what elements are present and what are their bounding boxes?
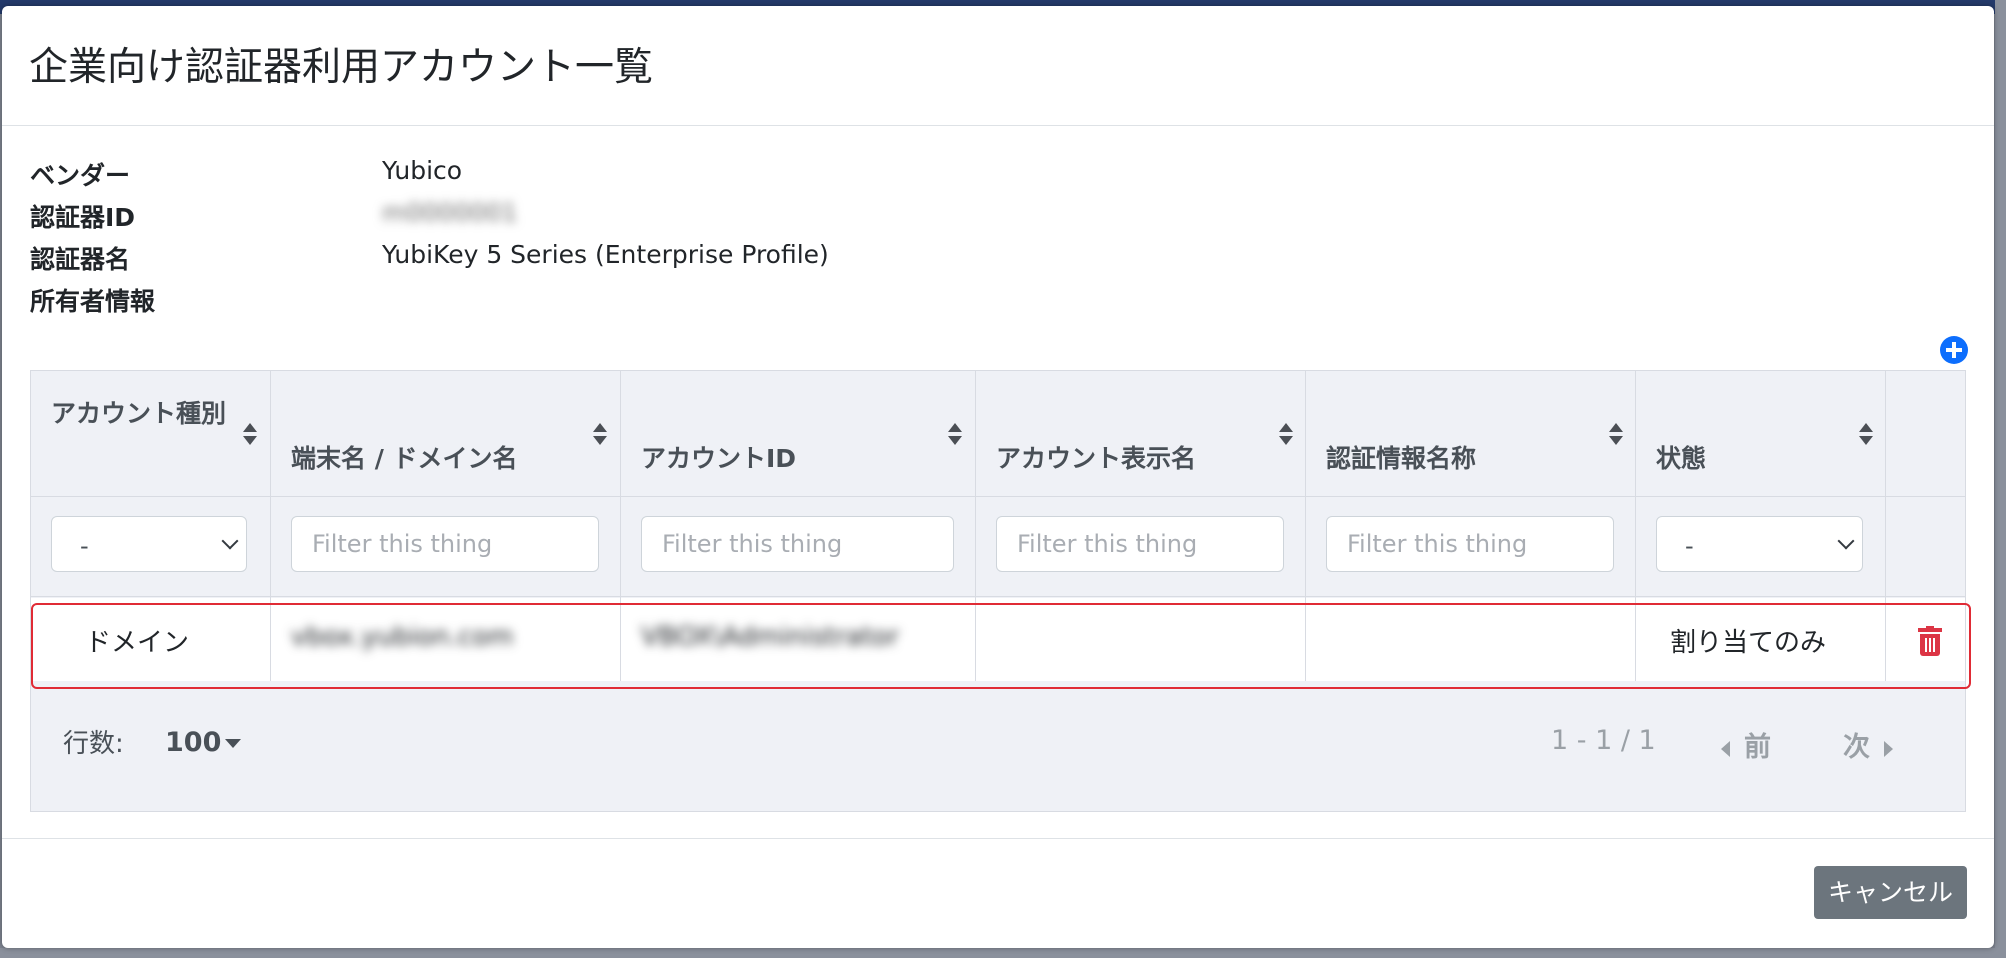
chevron-down-icon — [1837, 532, 1855, 550]
account-type-value: ドメイン — [85, 628, 190, 658]
rows-per-page-dropdown[interactable]: 100 — [165, 727, 242, 758]
table-cell-credential-name — [1306, 598, 1635, 681]
credential-name-filter-input[interactable] — [1326, 516, 1614, 572]
table-cell-account-type: ドメイン — [31, 598, 270, 681]
header-account-type-label: アカウント種別 — [51, 399, 227, 428]
header-account-id-label: アカウントID — [641, 444, 797, 473]
header-status-label: 状態 — [1656, 444, 1707, 473]
column-account-type: アカウント種別 - ドメイン — [31, 371, 271, 681]
terminal-value: vbox.yubion.com — [291, 622, 514, 652]
filter-cell-account-type: - — [31, 497, 270, 597]
authenticator-name-value: YubiKey 5 Series (Enterprise Profile) — [382, 240, 829, 269]
sort-icon[interactable] — [948, 423, 962, 447]
sort-icon[interactable] — [243, 423, 257, 447]
modal-footer-divider — [2, 838, 1994, 839]
caret-down-icon — [225, 739, 242, 748]
table-pagination: 行数: 100 1 - 1 / 1 前 次 — [31, 681, 1965, 811]
account-id-value: VBOX\Administrator — [641, 622, 899, 652]
header-terminal-label: 端末名 / ドメイン名 — [291, 444, 518, 473]
trash-icon[interactable] — [1918, 626, 1942, 656]
header-display-name-label: アカウント表示名 — [996, 444, 1197, 473]
header-account-type[interactable]: アカウント種別 — [31, 371, 270, 497]
next-page-label: 次 — [1843, 732, 1870, 763]
table-cell-terminal: vbox.yubion.com — [271, 598, 620, 681]
table-cell-actions — [1886, 598, 1965, 681]
table-cell-display-name — [976, 598, 1305, 681]
header-status[interactable]: 状態 — [1636, 371, 1885, 497]
filter-cell-status: - — [1636, 497, 1885, 597]
cancel-button[interactable]: キャンセル — [1814, 866, 1967, 919]
filter-cell-display-name — [976, 497, 1305, 597]
sort-icon[interactable] — [1609, 423, 1623, 447]
status-filter-select[interactable]: - — [1656, 516, 1863, 572]
terminal-filter-input[interactable] — [291, 516, 599, 572]
filter-cell-credential-name — [1306, 497, 1635, 597]
status-value: 割り当てのみ — [1670, 628, 1827, 658]
filter-cell-actions — [1886, 497, 1965, 597]
account-type-filter-select[interactable]: - — [51, 516, 247, 572]
vendor-value: Yubico — [382, 156, 463, 185]
header-credential-name-label: 認証情報名称 — [1326, 444, 1477, 473]
background-app-content — [1995, 0, 2006, 958]
account-list-modal: 企業向け認証器利用アカウント一覧 ベンダー Yubico 認証器ID m0000… — [2, 6, 1994, 948]
column-terminal: 端末名 / ドメイン名 vbox.yubion.com — [271, 371, 621, 681]
prev-page-button[interactable]: 前 — [1721, 725, 1771, 764]
column-actions — [1886, 371, 1965, 681]
filter-cell-account-id — [621, 497, 975, 597]
header-actions — [1886, 371, 1965, 497]
plus-circle-icon[interactable] — [1940, 336, 1968, 364]
pagination-range: 1 - 1 / 1 — [1551, 725, 1656, 756]
header-display-name[interactable]: アカウント表示名 — [976, 371, 1305, 497]
authenticator-name-label: 認証器名 — [30, 245, 131, 274]
accounts-table: アカウント種別 - ドメイン 端末名 / ドメイン名 vb — [30, 370, 1966, 812]
next-page-button[interactable]: 次 — [1843, 725, 1893, 764]
column-display-name: アカウント表示名 — [976, 371, 1306, 681]
display-name-filter-input[interactable] — [996, 516, 1284, 572]
rows-per-page-label: 行数: — [63, 729, 124, 759]
vendor-label: ベンダー — [30, 161, 131, 190]
caret-right-icon — [1884, 740, 1893, 757]
sort-icon[interactable] — [1859, 423, 1873, 447]
header-terminal[interactable]: 端末名 / ドメイン名 — [271, 371, 620, 497]
table-cell-status: 割り当てのみ — [1636, 598, 1885, 681]
header-credential-name[interactable]: 認証情報名称 — [1306, 371, 1635, 497]
chevron-down-icon — [221, 532, 239, 550]
header-account-id[interactable]: アカウントID — [621, 371, 975, 497]
status-filter-value: - — [1685, 532, 1694, 560]
column-account-id: アカウントID VBOX\Administrator — [621, 371, 976, 681]
authenticator-id-value: m0000001 — [382, 198, 518, 227]
owner-label: 所有者情報 — [30, 287, 156, 316]
table-cell-account-id: VBOX\Administrator — [621, 598, 975, 681]
filter-cell-terminal — [271, 497, 620, 597]
modal-title: 企業向け認証器利用アカウント一覧 — [29, 45, 654, 90]
rows-per-page-value: 100 — [165, 727, 222, 758]
sort-icon[interactable] — [1279, 423, 1293, 447]
caret-left-icon — [1721, 740, 1730, 757]
column-credential-name: 認証情報名称 — [1306, 371, 1636, 681]
modal-header: 企業向け認証器利用アカウント一覧 — [2, 6, 1994, 126]
sort-icon[interactable] — [593, 423, 607, 447]
column-status: 状態 - 割り当てのみ — [1636, 371, 1886, 681]
prev-page-label: 前 — [1744, 732, 1771, 763]
account-id-filter-input[interactable] — [641, 516, 954, 572]
account-type-filter-value: - — [80, 532, 89, 560]
authenticator-id-label: 認証器ID — [30, 203, 136, 232]
background-app-footer — [0, 948, 2006, 958]
